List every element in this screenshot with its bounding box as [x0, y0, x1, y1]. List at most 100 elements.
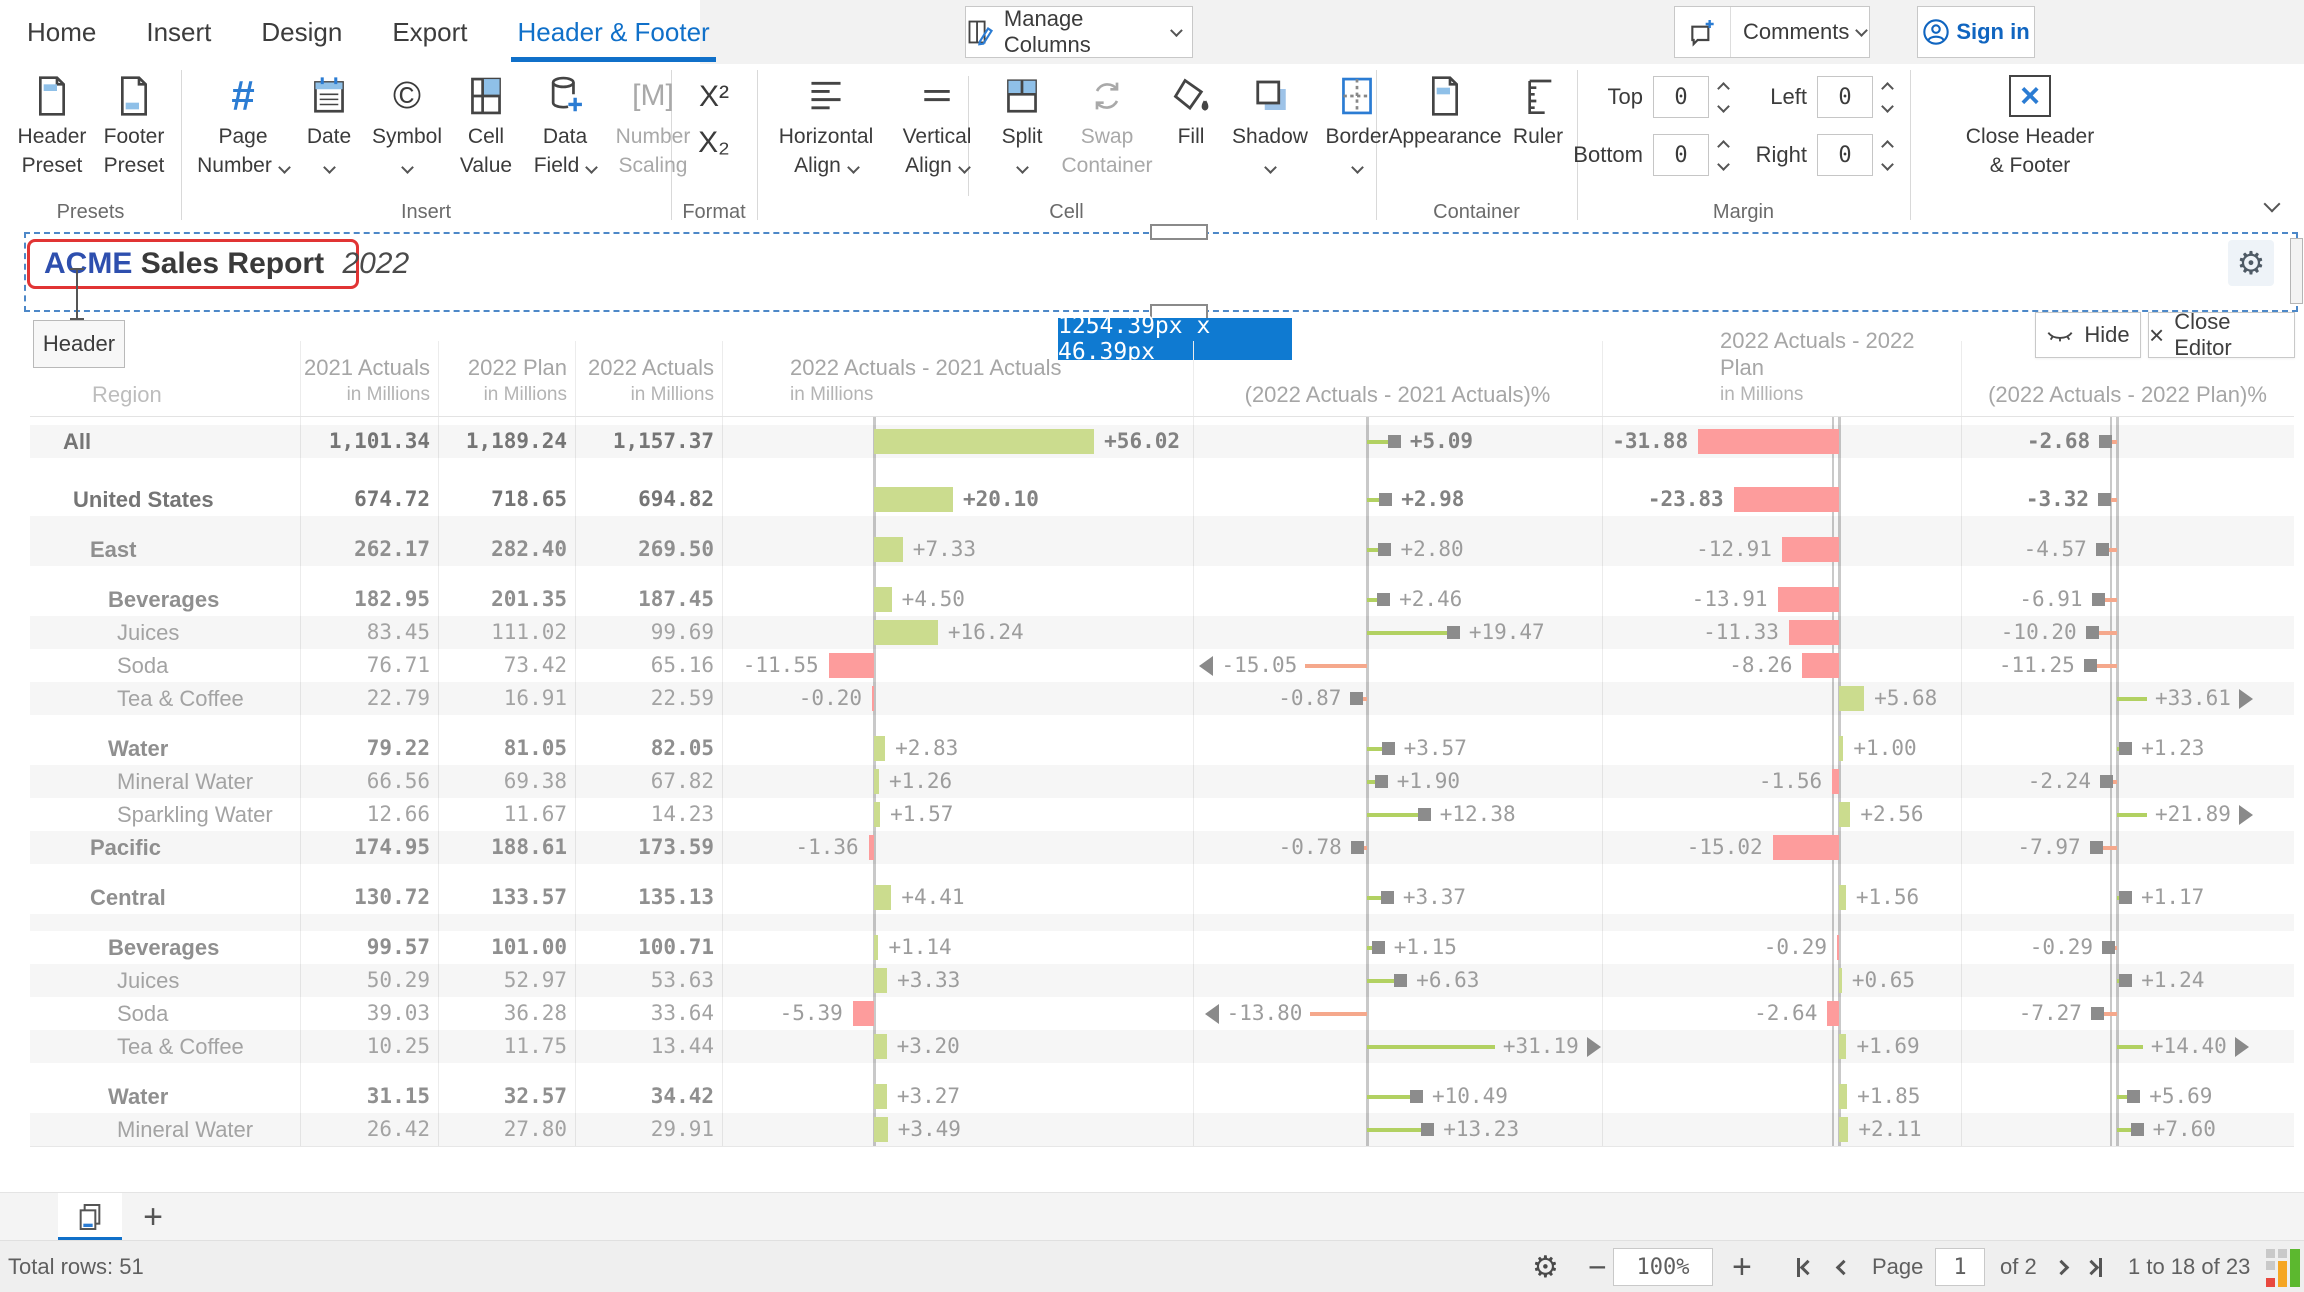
sheet-tab-active[interactable]	[58, 1193, 122, 1241]
margin-top-input[interactable]: 0	[1653, 76, 1709, 118]
comments-button[interactable]: Comments	[1674, 6, 1870, 58]
margin-left-stepper[interactable]	[1881, 81, 1894, 113]
variance-value: +3.27	[896, 1084, 961, 1108]
close-header-footer-button[interactable]: × Close Header & Footer	[1945, 70, 2115, 180]
collapse-ribbon-icon[interactable]	[2263, 195, 2281, 213]
pin-stick	[2104, 598, 2117, 602]
date-button[interactable]: Date	[297, 70, 361, 180]
border-icon	[1336, 70, 1378, 122]
table-row[interactable]: All 1,101.34 1,189.24 1,157.37 +56.02 +5.09 -3…	[30, 425, 2294, 458]
page-number-button[interactable]: # Page Number	[195, 70, 291, 180]
margin-bottom-stepper[interactable]	[1717, 139, 1730, 171]
header-settings-gear-icon[interactable]: ⚙	[2228, 240, 2274, 286]
table-row[interactable]: Mineral Water 26.42 27.80 29.91 +3.49 +13.23 +…	[30, 1113, 2294, 1146]
page-number-input[interactable]: 1	[1935, 1248, 1985, 1286]
tab-export[interactable]: Export	[390, 3, 469, 62]
symbol-button[interactable]: © Symbol	[367, 70, 447, 180]
fill-button[interactable]: Fill	[1161, 70, 1221, 151]
margin-left-input[interactable]: 0	[1817, 76, 1873, 118]
margin-right-input[interactable]: 0	[1817, 134, 1873, 176]
table-row[interactable]: Water 31.15 32.57 34.42 +3.27 +10.49 +1.85 +5.6…	[30, 1080, 2294, 1113]
variance-percent-value: +10.49	[1432, 1084, 1508, 1108]
split-button[interactable]: Split	[989, 70, 1055, 180]
cell-pl: 11.67	[503, 802, 567, 826]
horizontal-align-button[interactable]: Horizontal Align	[771, 70, 881, 180]
margin-top-stepper[interactable]	[1717, 81, 1730, 113]
zoom-in-button[interactable]: +	[1732, 1241, 1752, 1292]
column-header-delta-py[interactable]: 2022 Actuals - 2021 Actuals in Millions	[722, 354, 1193, 416]
header-scrollbar[interactable]	[2290, 238, 2303, 304]
table-settings-gear-icon[interactable]: ⚙	[1532, 1241, 1559, 1292]
first-page-button[interactable]	[1797, 1241, 1816, 1292]
zoom-out-button[interactable]: −	[1588, 1241, 1607, 1292]
cell-pl: 201.35	[491, 587, 567, 611]
next-page-button[interactable]	[2053, 1241, 2070, 1292]
last-page-button[interactable]	[2083, 1241, 2102, 1292]
table-row[interactable]: Sparkling Water 12.66 11.67 14.23 +1.57 +12.3…	[30, 798, 2294, 831]
variance-value: +1.56	[1855, 885, 1920, 909]
tab-design[interactable]: Design	[259, 3, 344, 62]
ruler-button[interactable]: Ruler	[1508, 70, 1568, 151]
zoom-level-input[interactable]: 100%	[1613, 1248, 1713, 1286]
row-label: Beverages	[108, 587, 220, 612]
variance-bar	[1839, 1117, 1849, 1142]
table-row[interactable]: Tea & Coffee 22.79 16.91 22.59 -0.20 -0.87 +5.…	[30, 682, 2294, 715]
footer-preset-button[interactable]: Footer Preset	[96, 70, 172, 180]
table-row[interactable]: Beverages 99.57 101.00 100.71 +1.14 +1.15 -0.2…	[30, 931, 2294, 964]
table-row[interactable]: Mineral Water 66.56 69.38 67.82 +1.26 +1.90 -1…	[30, 765, 2294, 798]
tab-insert[interactable]: Insert	[144, 3, 213, 62]
column-header-delta-plan[interactable]: 2022 Actuals - 2022 Plan in Millions	[1602, 327, 1961, 416]
header-preset-button[interactable]: Header Preset	[14, 70, 90, 180]
add-sheet-button[interactable]: +	[128, 1193, 178, 1241]
table-row[interactable]: United States 674.72 718.65 694.82 +20.10 +2.…	[30, 483, 2294, 516]
table-row[interactable]: Water 79.22 81.05 82.05 +2.83 +3.57 +1.00 +1.23	[30, 732, 2294, 765]
pin-marker	[2099, 775, 2113, 788]
resize-handle-top[interactable]	[1150, 224, 1208, 240]
column-header-delta-plan-pct[interactable]: (2022 Actuals - 2022 Plan)%	[1961, 381, 2294, 416]
table-row[interactable]: East 262.17 282.40 269.50 +7.33 +2.80 -12.91 -4…	[30, 533, 2294, 566]
data-field-button[interactable]: Data Field	[525, 70, 605, 180]
margin-right-stepper[interactable]	[1881, 139, 1894, 171]
shadow-button[interactable]: Shadow	[1227, 70, 1313, 180]
cell-delta-plan-pct: +5.69	[1961, 1080, 2294, 1113]
column-header-delta-py-pct[interactable]: (2022 Actuals - 2021 Actuals)%	[1193, 381, 1602, 416]
variance-percent-value: -6.91	[2019, 587, 2083, 611]
report-title[interactable]: ACME Sales Report 2022	[44, 247, 409, 281]
previous-page-button[interactable]	[1835, 1241, 1852, 1292]
vertical-align-button[interactable]: Vertical Align	[889, 70, 985, 180]
table-row[interactable]: Soda 76.71 73.42 65.16 -11.55 -15.05 -8.26 -11.…	[30, 649, 2294, 682]
hide-button[interactable]: Hide	[2035, 312, 2141, 358]
tab-header-footer[interactable]: Header & Footer	[511, 3, 716, 62]
row-label: Sparkling Water	[117, 802, 273, 827]
table-row[interactable]: Tea & Coffee 10.25 11.75 13.44 +3.20 +31.19 +1…	[30, 1030, 2294, 1063]
table-row[interactable]: Soda 39.03 36.28 33.64 -5.39 -13.80 -2.64 -7.27	[30, 997, 2294, 1030]
close-editor-button[interactable]: × Close Editor	[2148, 309, 2295, 360]
variance-value: -5.39	[779, 1001, 843, 1025]
cell-delta-py: -0.20	[722, 682, 1193, 715]
column-header-2022-plan[interactable]: 2022 Plan in Millions	[438, 354, 575, 416]
row-label: East	[90, 537, 137, 562]
cell-delta-plan: -15.02	[1602, 831, 1961, 864]
column-header-region[interactable]: Region	[30, 381, 300, 416]
variance-bar	[1839, 1084, 1848, 1109]
variance-bar	[1839, 802, 1851, 827]
column-header-2022-actuals[interactable]: 2022 Actuals in Millions	[575, 354, 722, 416]
cell-value-button[interactable]: Cell Value	[453, 70, 519, 180]
manage-columns-button[interactable]: Manage Columns	[965, 6, 1193, 58]
table-row[interactable]: Beverages 182.95 201.35 187.45 +4.50 +2.46 -13…	[30, 583, 2294, 616]
split-icon	[1001, 70, 1043, 122]
appearance-button[interactable]: Appearance	[1386, 70, 1504, 151]
tab-home[interactable]: Home	[25, 3, 98, 62]
subscript-button[interactable]: X₂	[671, 120, 757, 166]
sign-in-button[interactable]: Sign in	[1917, 6, 2035, 58]
table-row[interactable]: Central 130.72 133.57 135.13 +4.41 +3.37 +1.56…	[30, 881, 2294, 914]
cell-ac: 33.64	[650, 1001, 714, 1025]
superscript-button[interactable]: X²	[671, 74, 757, 120]
cell-ac: 100.71	[638, 935, 714, 959]
table-row[interactable]: Juices 83.45 111.02 99.69 +16.24 +19.47 -11.33…	[30, 616, 2294, 649]
margin-bottom-input[interactable]: 0	[1653, 134, 1709, 176]
cell-pl: 718.65	[491, 487, 567, 511]
table-row[interactable]: Juices 50.29 52.97 53.63 +3.33 +6.63 +0.65 +1.2…	[30, 964, 2294, 997]
column-header-2021-actuals[interactable]: 2021 Actuals in Millions	[300, 354, 438, 416]
table-row[interactable]: Pacific 174.95 188.61 173.59 -1.36 -0.78 -15.0…	[30, 831, 2294, 864]
